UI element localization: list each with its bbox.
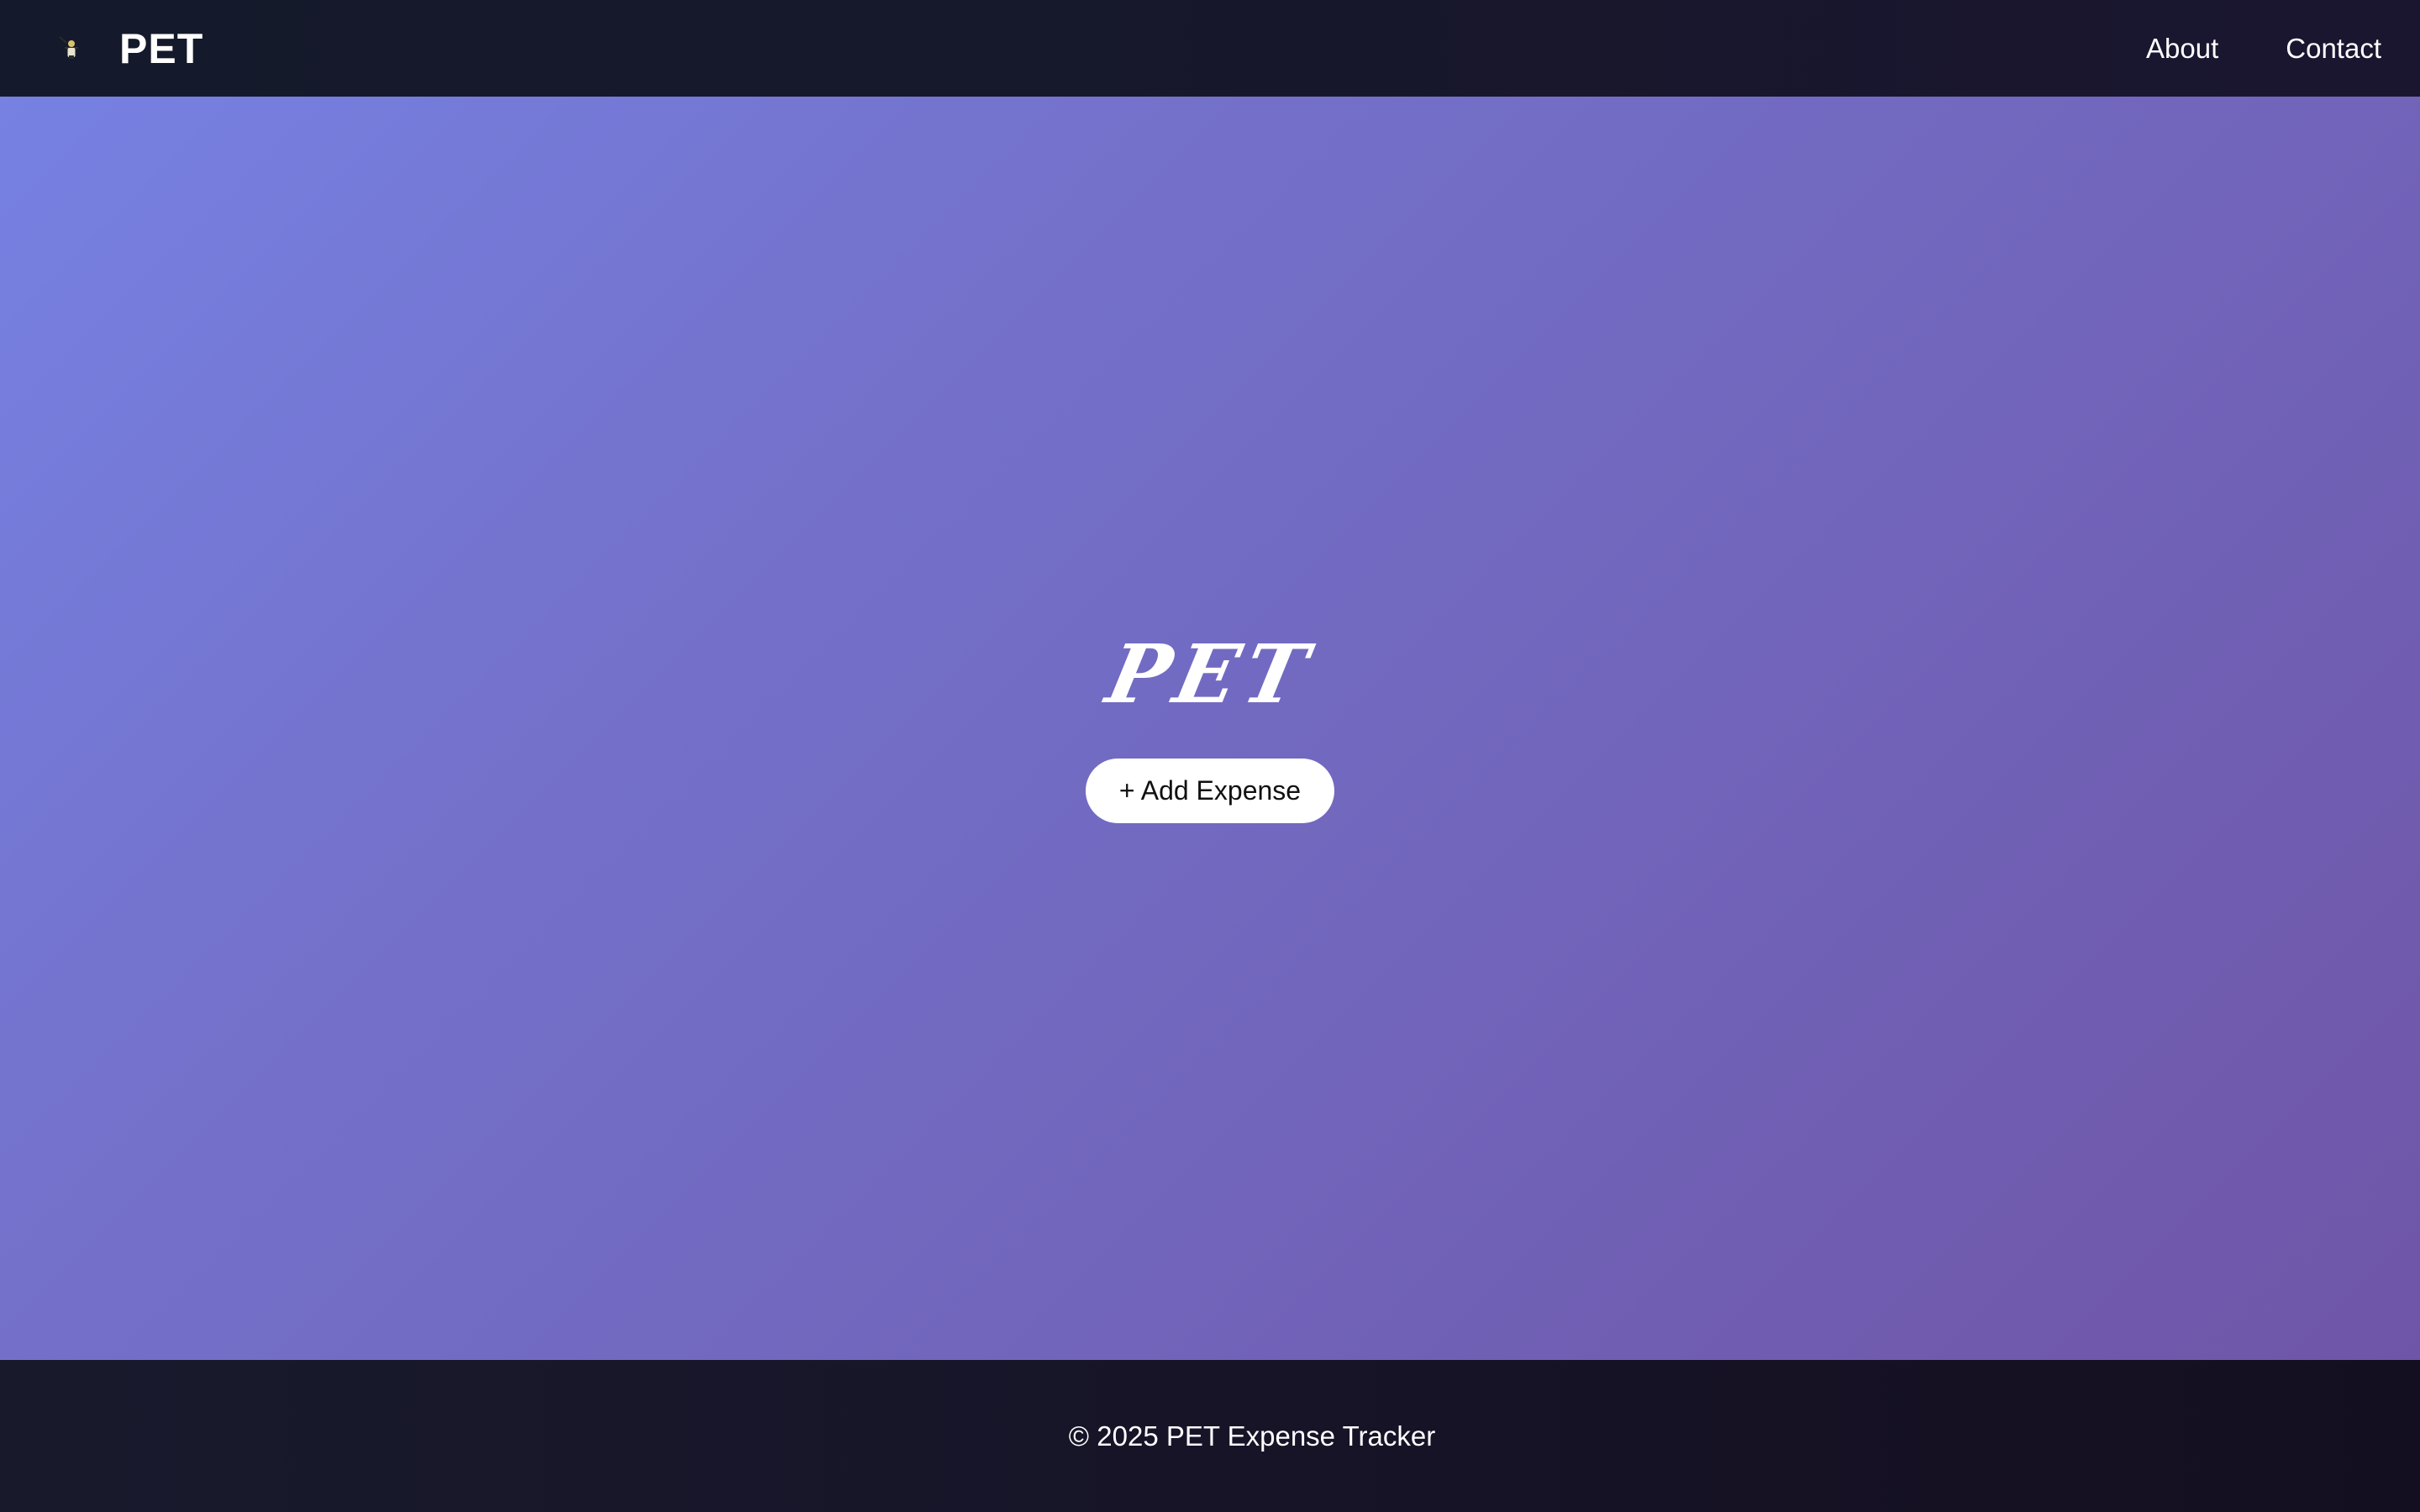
nav-link-about[interactable]: About: [2146, 33, 2218, 65]
hero-title: PET: [1098, 626, 1322, 722]
footer: © 2025 PET Expense Tracker: [0, 1360, 2420, 1512]
brand-name: PET: [119, 24, 204, 72]
nav-links: About Contact: [2146, 33, 2381, 65]
mascot-icon: [50, 28, 92, 70]
page: PET About Contact PET + Add Expense © 20…: [0, 0, 2420, 1512]
hero-section: PET + Add Expense: [0, 97, 2420, 1360]
nav-link-contact[interactable]: Contact: [2286, 33, 2381, 65]
add-expense-button[interactable]: + Add Expense: [1085, 758, 1335, 823]
brand[interactable]: PET: [50, 24, 203, 73]
top-navbar: PET About Contact: [0, 0, 2420, 97]
footer-copyright: © 2025 PET Expense Tracker: [1068, 1420, 1436, 1452]
